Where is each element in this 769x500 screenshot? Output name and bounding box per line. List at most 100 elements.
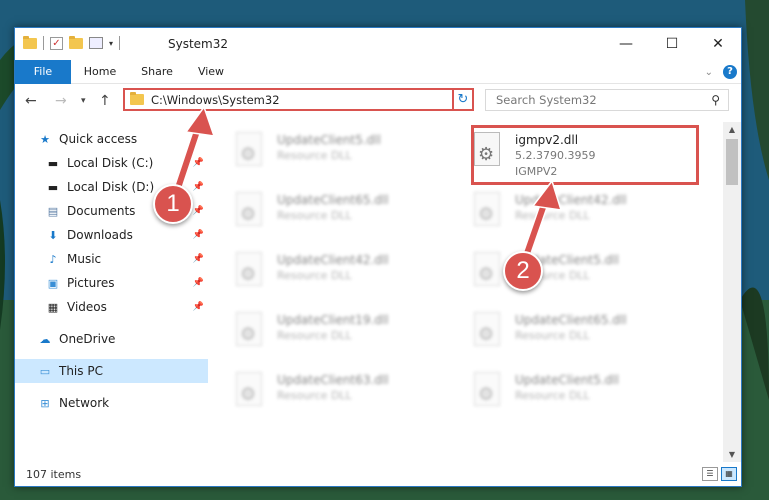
tiles-view-icon[interactable]: ▦ [721, 467, 737, 481]
sidebar-item-videos[interactable]: ▦ Videos 📌 [15, 295, 208, 319]
up-arrow-icon[interactable]: ↑ [99, 93, 111, 109]
maximize-button[interactable]: ☐ [649, 28, 695, 60]
file-item[interactable]: ⚙ UpdateClient42.dll Resource DLL [230, 248, 460, 304]
sidebar-item-quick-access[interactable]: ★ Quick access [15, 127, 208, 151]
file-item[interactable]: ⚙ UpdateClient5.dll Resource DLL [468, 248, 698, 304]
address-path[interactable]: C:\Windows\System32 [151, 93, 457, 107]
file-item[interactable]: ⚙ UpdateClient19.dll Resource DLL [230, 308, 460, 364]
view-toggle: ☰ ▦ [702, 467, 737, 481]
file-item[interactable]: ⚙ UpdateClient5.dll Resource DLL [230, 128, 460, 184]
file-type: Resource DLL [277, 209, 352, 222]
pc-icon: ▭ [39, 364, 51, 378]
file-name: UpdateClient5.dll [277, 133, 381, 147]
file-name: UpdateClient19.dll [277, 313, 389, 327]
videos-icon: ▦ [47, 300, 59, 314]
dll-file-icon: ⚙ [234, 132, 268, 174]
address-bar[interactable]: C:\Windows\System32 ⌄ [123, 88, 473, 111]
properties-check-icon[interactable]: ✓ [50, 36, 63, 50]
window-controls: — ☐ ✕ [603, 28, 741, 60]
navigation-pane: ★ Quick access ▬ Local Disk (C:) 📌 ▬ Loc… [15, 122, 208, 462]
recent-locations-icon[interactable]: ▾ [81, 96, 86, 106]
vertical-scrollbar[interactable]: ▲ ▼ [723, 122, 741, 462]
navigation-bar: ← → ▾ ↑ C:\Windows\System32 ⌄ ↻ Search S… [15, 85, 741, 117]
folder-icon [23, 35, 37, 49]
dll-file-icon: ⚙ [234, 252, 268, 294]
file-name: UpdateClient65.dll [277, 193, 389, 207]
folder-icon [130, 92, 144, 105]
sidebar-item-label: Documents [67, 204, 136, 218]
file-item[interactable]: ⚙ UpdateClient42.dll Resource DLL [468, 188, 698, 244]
customize-toolbar-icon[interactable]: ▾ [109, 39, 113, 48]
file-item[interactable]: ⚙ UpdateClient63.dll Resource DLL [230, 368, 460, 424]
explorer-window: ✓ ▾ System32 — ☐ ✕ File Home Share View … [14, 27, 742, 487]
maximize-icon: ☐ [665, 36, 679, 52]
file-item[interactable]: ⚙ UpdateClient65.dll Resource DLL [468, 308, 698, 364]
close-button[interactable]: ✕ [695, 28, 741, 60]
file-name: UpdateClient63.dll [277, 373, 389, 387]
sidebar-item-this-pc[interactable]: ▭ This PC [15, 359, 208, 383]
file-name: UpdateClient42.dll [515, 193, 627, 207]
ribbon-right: ⌄ ? [705, 65, 737, 79]
dll-file-icon: ⚙ [234, 312, 268, 354]
search-input[interactable]: Search System32 [496, 93, 711, 107]
file-highlight-box [471, 125, 699, 185]
network-icon: ⊞ [40, 396, 50, 410]
sidebar-item-onedrive[interactable]: ☁ OneDrive [15, 327, 208, 351]
new-folder-icon[interactable] [69, 35, 83, 49]
sidebar-item-pictures[interactable]: ▣ Pictures 📌 [15, 271, 208, 295]
scroll-thumb[interactable] [726, 139, 738, 185]
file-type: Resource DLL [515, 329, 590, 342]
sidebar-item-label: Pictures [67, 276, 115, 290]
step-2-callout: 2 [503, 251, 543, 291]
back-arrow-icon[interactable]: ← [25, 93, 37, 109]
details-view-icon[interactable]: ☰ [702, 467, 718, 481]
file-item[interactable]: ⚙ UpdateClient65.dll Resource DLL [230, 188, 460, 244]
star-icon: ★ [40, 132, 50, 146]
dll-file-icon: ⚙ [472, 372, 506, 414]
sidebar-item-label: Network [59, 396, 110, 410]
file-name: UpdateClient5.dll [515, 373, 619, 387]
refresh-icon: ↻ [457, 92, 469, 107]
sidebar-item-music[interactable]: ♪ Music 📌 [15, 247, 208, 271]
search-box[interactable]: Search System32 ⚲ [485, 89, 729, 111]
forward-arrow-icon[interactable]: → [55, 93, 67, 109]
sidebar-item-local-disk-c[interactable]: ▬ Local Disk (C:) 📌 [15, 151, 208, 175]
downloads-icon: ⬇ [48, 228, 58, 242]
scroll-up-icon[interactable]: ▲ [723, 125, 741, 134]
minimize-icon: — [619, 36, 633, 52]
sidebar-item-label: Local Disk (C:) [67, 156, 154, 170]
file-type: Resource DLL [515, 209, 590, 222]
file-type: Resource DLL [277, 149, 352, 162]
expand-ribbon-icon[interactable]: ⌄ [705, 67, 713, 78]
refresh-button[interactable]: ↻ [452, 88, 474, 111]
item-count: 107 items [26, 468, 82, 481]
sidebar-item-label: Quick access [59, 132, 138, 146]
file-item[interactable]: ⚙ UpdateClient5.dll Resource DLL [468, 368, 698, 424]
pin-icon: 📌 [192, 254, 204, 264]
divider [43, 36, 44, 50]
file-type: Resource DLL [277, 389, 352, 402]
pictures-icon: ▣ [47, 276, 59, 290]
dll-file-icon: ⚙ [472, 312, 506, 354]
tab-file[interactable]: File [15, 60, 71, 84]
minimize-button[interactable]: — [603, 28, 649, 60]
sidebar-item-label: Local Disk (D:) [67, 180, 155, 194]
sidebar-item-downloads[interactable]: ⬇ Downloads 📌 [15, 223, 208, 247]
pin-icon: 📌 [192, 158, 204, 168]
pin-icon: 📌 [192, 182, 204, 192]
dll-file-icon: ⚙ [472, 252, 506, 294]
tab-share[interactable]: Share [133, 60, 181, 84]
file-type: Resource DLL [277, 329, 352, 342]
title-bar: ✓ ▾ System32 — ☐ ✕ [15, 28, 741, 60]
help-icon[interactable]: ? [723, 65, 737, 79]
sidebar-item-label: This PC [59, 364, 103, 378]
pin-icon: 📌 [192, 206, 204, 216]
dll-file-icon: ⚙ [234, 372, 268, 414]
tab-view[interactable]: View [189, 60, 233, 84]
search-icon: ⚲ [711, 93, 720, 107]
file-type: Resource DLL [515, 389, 590, 402]
tab-home[interactable]: Home [75, 60, 125, 84]
scroll-down-icon[interactable]: ▼ [723, 450, 741, 459]
sidebar-item-network[interactable]: ⊞ Network [15, 391, 208, 415]
properties-icon[interactable] [89, 37, 103, 49]
